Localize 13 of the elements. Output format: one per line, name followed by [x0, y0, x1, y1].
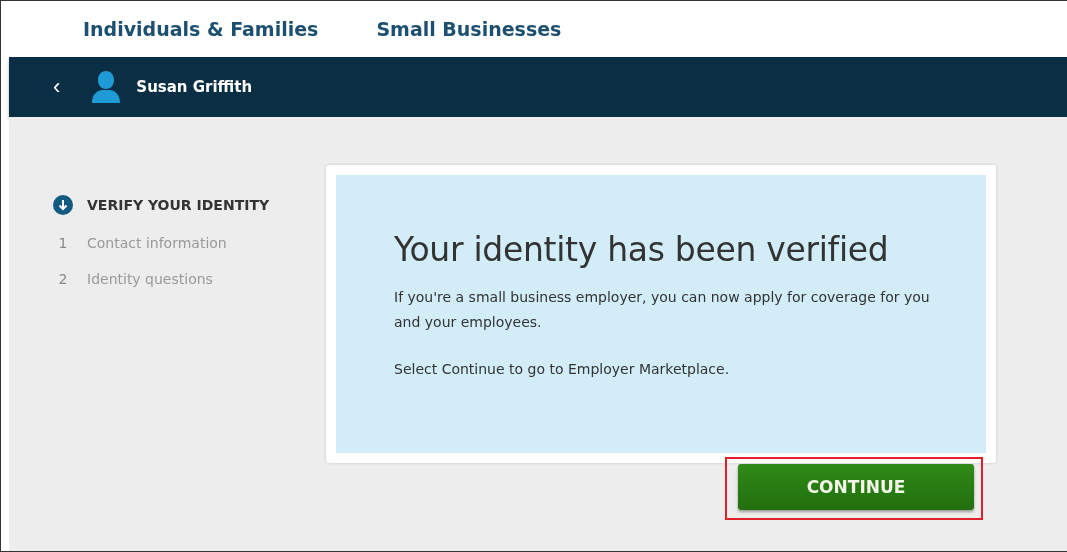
section-heading: VERIFY YOUR IDENTITY — [87, 197, 270, 213]
continue-button[interactable]: CONTINUE — [738, 464, 974, 510]
user-name: Susan Griffith — [136, 78, 253, 96]
message-text: Select Continue to go to Employer Marketplace. — [394, 360, 731, 379]
step-label: Identity questions — [87, 271, 213, 287]
message-text: If you're a small business employer, you can now apply for coverage for you and your employees. — [394, 288, 931, 332]
nav-link[interactable]: Individuals & Families — [83, 18, 319, 40]
nav-link[interactable]: Small Businesses — [376, 18, 562, 40]
back-button[interactable]: ‹ — [49, 74, 65, 100]
message-title: Your identity has been verified — [394, 230, 890, 269]
step-label: Contact information — [87, 235, 227, 251]
step-number: 1 — [57, 235, 69, 251]
step-number: 2 — [57, 271, 69, 287]
